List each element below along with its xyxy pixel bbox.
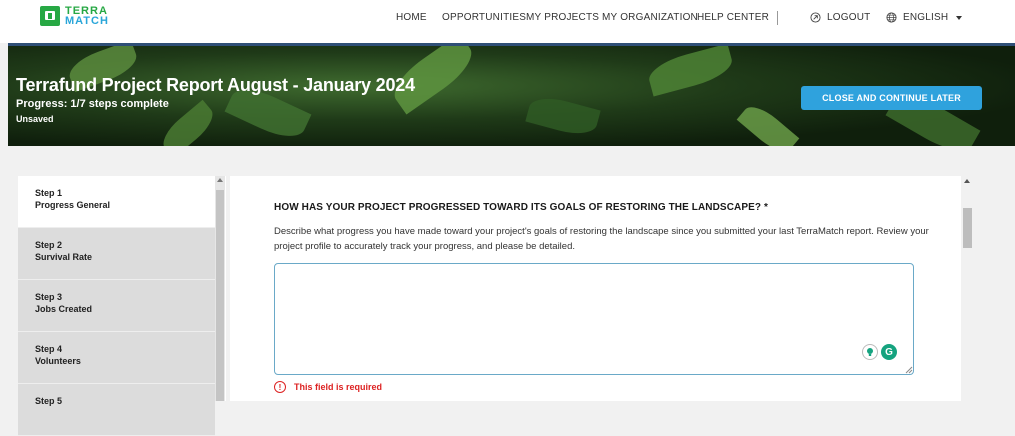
nav-help-center[interactable]: HELP CENTER: [697, 12, 769, 23]
step-4[interactable]: Step 4 Volunteers: [18, 332, 215, 384]
question-description: Describe what progress you have made tow…: [274, 226, 929, 252]
nav-divider: [777, 11, 778, 25]
step-1[interactable]: Step 1 Progress General: [18, 176, 215, 228]
main-scrollbar[interactable]: [962, 176, 973, 401]
field-error: ! This field is required: [274, 381, 382, 393]
nav-home[interactable]: HOME: [396, 12, 427, 23]
grammarly-icon[interactable]: G: [881, 344, 897, 360]
form-panel: HOW HAS YOUR PROJECT PROGRESSED TOWARD I…: [230, 176, 961, 401]
logout-link[interactable]: LOGOUT: [810, 12, 870, 23]
step-name: Volunteers: [35, 356, 81, 366]
step-3[interactable]: Step 3 Jobs Created: [18, 280, 215, 332]
nav-opportunities[interactable]: OPPORTUNITIES: [442, 12, 526, 23]
step-number: Step 5: [35, 396, 63, 406]
error-message: This field is required: [294, 382, 383, 392]
logout-label: LOGOUT: [827, 12, 871, 24]
main-scroll-thumb[interactable]: [963, 208, 972, 248]
close-and-continue-button[interactable]: CLOSE AND CONTINUE LATER: [801, 86, 982, 110]
terramatch-logo[interactable]: TERRA MATCH: [40, 5, 109, 27]
step-2[interactable]: Step 2 Survival Rate: [18, 228, 215, 280]
report-title: Terrafund Project Report August - Januar…: [16, 75, 415, 95]
logo-line2: MATCH: [65, 15, 109, 27]
sidebar-scroll-thumb[interactable]: [216, 190, 224, 401]
step-number: Step 1: [35, 188, 63, 198]
step-name: Jobs Created: [35, 304, 93, 314]
nav-my-organization[interactable]: MY ORGANIZATION: [602, 12, 698, 23]
progress-status: Progress: 1/7 steps complete: [16, 98, 169, 110]
progress-answer-textarea[interactable]: [274, 263, 914, 375]
step-number: Step 2: [35, 240, 63, 250]
step-5[interactable]: Step 5: [18, 384, 215, 436]
globe-icon: [886, 12, 897, 23]
lightbulb-icon[interactable]: [862, 344, 878, 360]
report-banner: Terrafund Project Report August - Januar…: [8, 43, 1015, 146]
steps-sidebar: Step 1 Progress General Step 2 Survival …: [18, 176, 226, 436]
step-number: Step 4: [35, 344, 63, 354]
top-navigation: TERRA MATCH HOME OPPORTUNITIES MY PROJEC…: [0, 0, 1015, 43]
step-name: Progress General: [35, 200, 111, 210]
language-label: ENGLISH: [903, 12, 949, 24]
resize-handle-icon[interactable]: [905, 366, 913, 374]
caret-down-icon: [956, 15, 963, 20]
scroll-up-icon[interactable]: [964, 179, 970, 183]
scroll-up-icon[interactable]: [217, 178, 223, 182]
logo-mark-icon: [40, 6, 60, 26]
question-label: HOW HAS YOUR PROJECT PROGRESSED TOWARD I…: [274, 202, 768, 213]
step-number: Step 3: [35, 292, 63, 302]
step-name: Survival Rate: [35, 252, 93, 262]
language-selector[interactable]: ENGLISH: [886, 12, 963, 23]
save-status: Unsaved: [16, 114, 54, 124]
nav-my-projects[interactable]: MY PROJECTS: [526, 12, 599, 23]
sidebar-scrollbar[interactable]: [215, 176, 225, 401]
logout-icon: [810, 12, 821, 23]
error-icon: !: [274, 381, 286, 393]
